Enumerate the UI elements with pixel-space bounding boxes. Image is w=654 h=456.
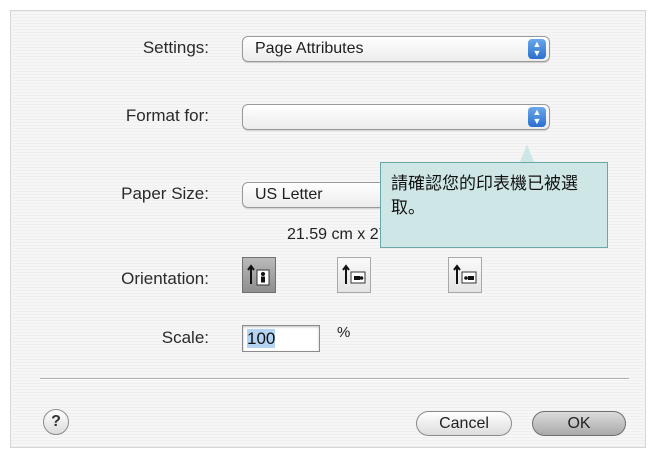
orientation-landscape-right-button[interactable] bbox=[448, 257, 482, 293]
format-for-label: Format for: bbox=[125, 106, 209, 125]
callout-note: 請確認您的印表機已被選取。 bbox=[380, 162, 608, 248]
popup-arrows-icon: ▲▼ bbox=[528, 39, 546, 59]
orientation-landscape-left-button[interactable] bbox=[337, 257, 371, 293]
portrait-icon bbox=[247, 264, 270, 286]
scale-unit: % bbox=[337, 324, 351, 341]
scale-input[interactable]: 100 bbox=[242, 325, 320, 352]
paper-size-popup-value: US Letter bbox=[255, 186, 323, 203]
scale-label: Scale: bbox=[161, 328, 209, 347]
landscape-left-icon bbox=[342, 264, 366, 284]
scale-value: 100 bbox=[247, 329, 276, 348]
page-setup-dialog: Settings: Page Attributes ▲ ▼ Format for:… bbox=[10, 10, 646, 448]
landscape-right-icon bbox=[453, 264, 477, 284]
settings-popup-value: Page Attributes bbox=[255, 40, 364, 57]
orientation-label: Orientation: bbox=[121, 269, 209, 288]
cancel-button[interactable]: Cancel bbox=[416, 411, 512, 436]
settings-popup[interactable]: Page Attributes ▲ ▼ bbox=[242, 36, 550, 62]
format-for-popup[interactable]: ▲ ▼ bbox=[242, 104, 550, 130]
separator bbox=[40, 378, 629, 380]
popup-arrows-icon: ▲▼ bbox=[528, 107, 546, 127]
paper-size-label: Paper Size: bbox=[121, 184, 209, 203]
ok-button[interactable]: OK bbox=[532, 411, 626, 436]
help-button[interactable]: ? bbox=[43, 409, 69, 435]
settings-label: Settings: bbox=[142, 38, 209, 57]
orientation-portrait-button[interactable] bbox=[242, 257, 276, 293]
callout-pointer bbox=[520, 144, 534, 162]
